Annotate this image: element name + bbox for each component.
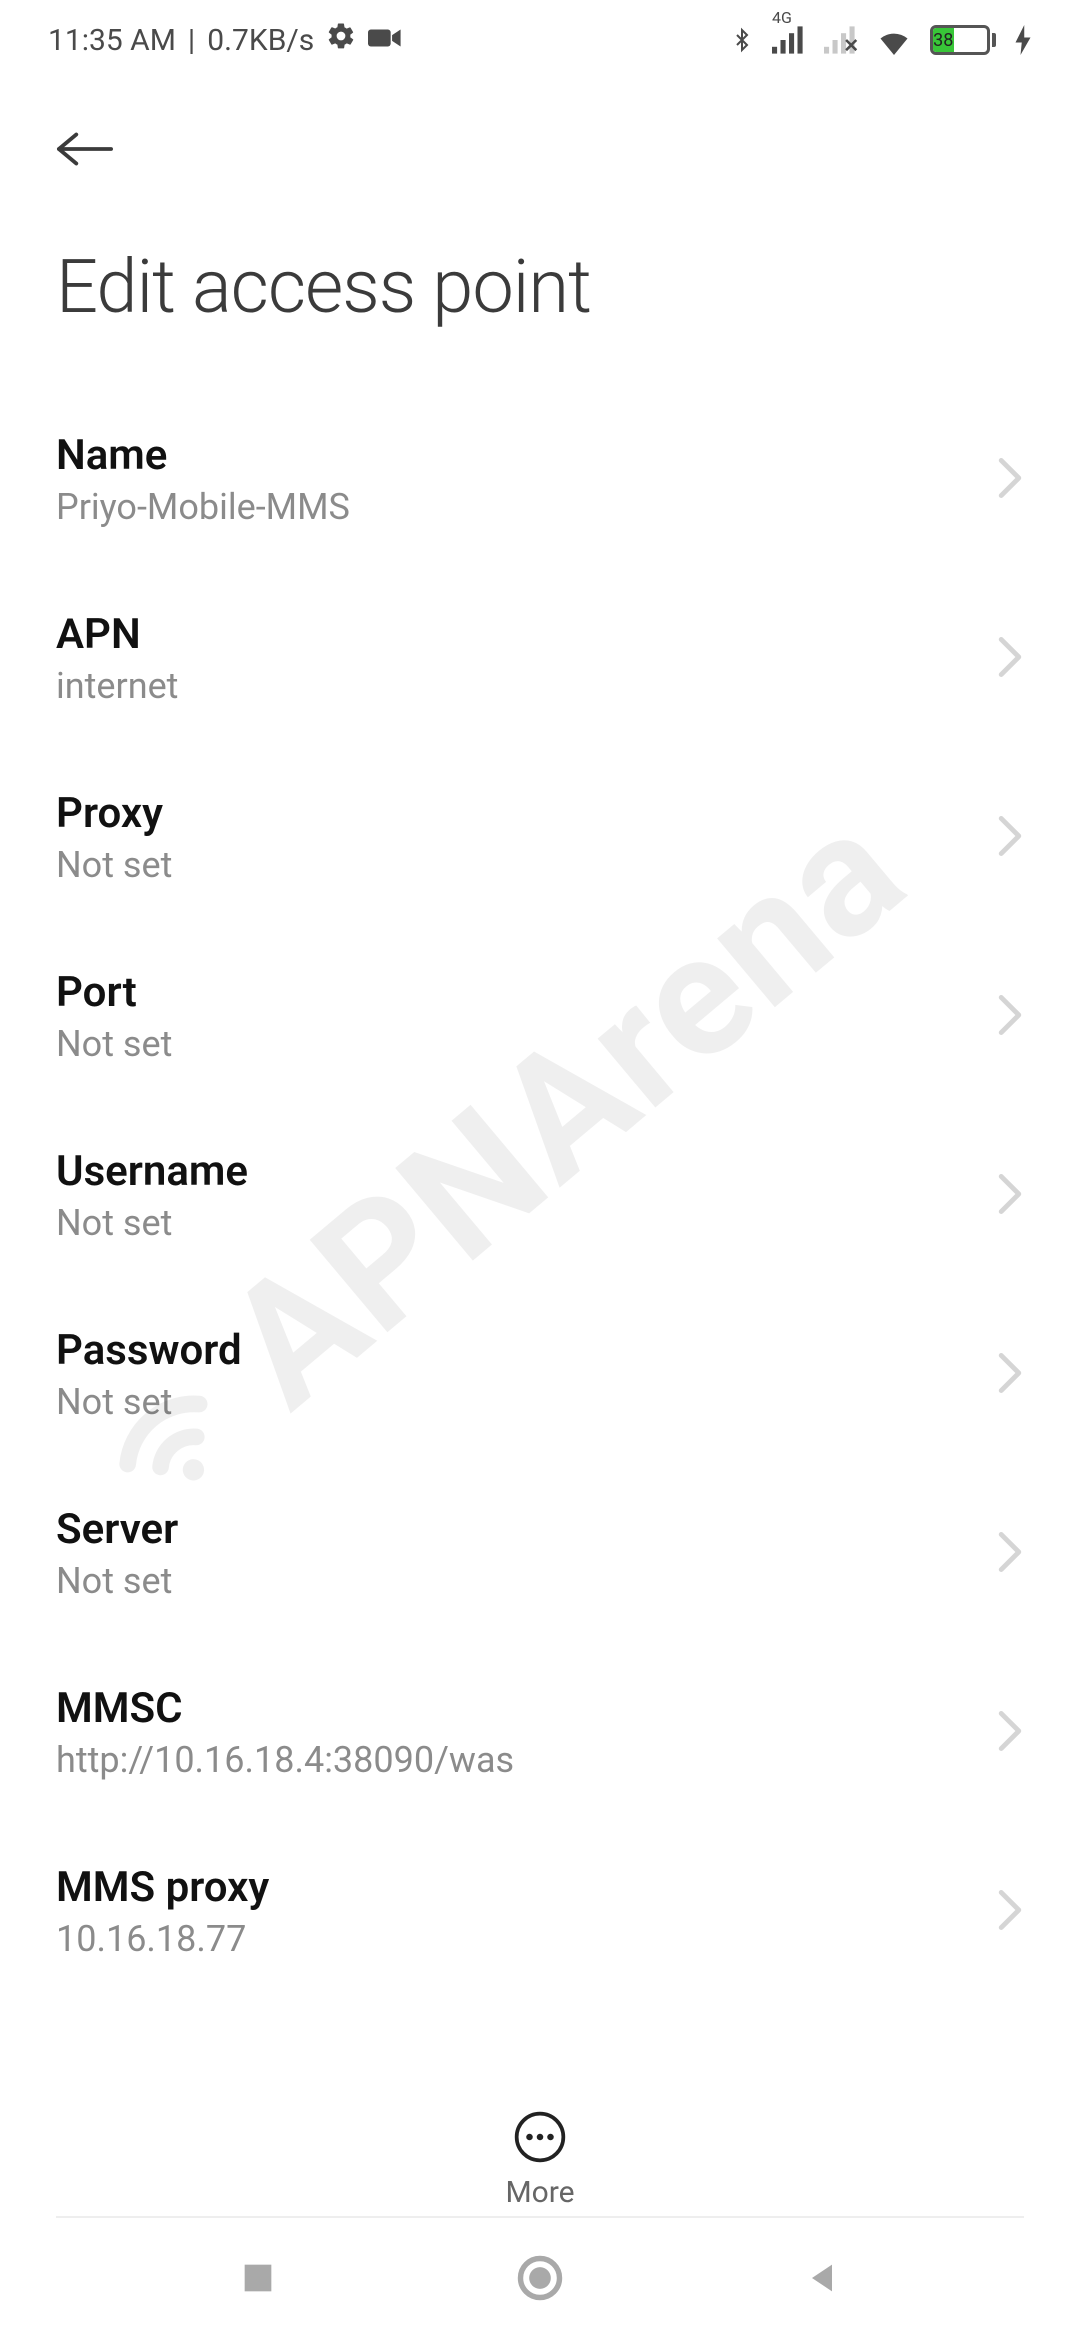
more-button[interactable]: More: [0, 2109, 1080, 2210]
chevron-right-icon: [996, 1709, 1024, 1757]
row-mmsc[interactable]: MMSC http://10.16.18.4:38090/was: [56, 1644, 1024, 1823]
bottom-divider: [56, 2216, 1024, 2218]
row-label: Port: [56, 968, 976, 1017]
row-label: Username: [56, 1147, 976, 1196]
row-port[interactable]: Port Not set: [56, 928, 1024, 1107]
nav-back-button[interactable]: [802, 2258, 842, 2302]
status-bar: 11:35 AM | 0.7KB/s 4G 38: [0, 0, 1080, 80]
row-value: http://10.16.18.4:38090/was: [56, 1739, 976, 1781]
chevron-right-icon: [996, 635, 1024, 683]
status-separator: |: [188, 23, 195, 58]
arrow-left-icon: [56, 129, 114, 169]
signal-4g-icon: 4G: [772, 26, 806, 54]
status-net-speed: 0.7KB/s: [207, 23, 314, 58]
chevron-right-icon: [996, 1351, 1024, 1399]
row-value: Not set: [56, 844, 976, 886]
signal-no-sim-icon: [824, 26, 858, 54]
row-value: Not set: [56, 1202, 976, 1244]
more-label: More: [505, 2175, 574, 2210]
row-name[interactable]: Name Priyo-Mobile-MMS: [56, 391, 1024, 570]
status-time: 11:35 AM: [48, 23, 176, 58]
chevron-right-icon: [996, 1172, 1024, 1220]
chevron-right-icon: [996, 456, 1024, 504]
row-server[interactable]: Server Not set: [56, 1465, 1024, 1644]
row-value: Not set: [56, 1381, 976, 1423]
row-label: MMS proxy: [56, 1863, 976, 1912]
row-label: APN: [56, 610, 976, 659]
network-label: 4G: [772, 8, 792, 27]
row-value: Priyo-Mobile-MMS: [56, 486, 976, 528]
wifi-status-icon: [876, 25, 912, 55]
row-label: MMSC: [56, 1684, 976, 1733]
charging-icon: [1014, 25, 1032, 55]
row-password[interactable]: Password Not set: [56, 1286, 1024, 1465]
row-label: Name: [56, 431, 976, 480]
battery-percent: 38: [933, 28, 954, 52]
chevron-right-icon: [996, 814, 1024, 862]
row-value: internet: [56, 665, 976, 707]
gear-icon: [326, 21, 356, 59]
camera-icon: [368, 23, 402, 58]
chevron-right-icon: [996, 993, 1024, 1041]
chevron-right-icon: [996, 1888, 1024, 1936]
settings-list: Name Priyo-Mobile-MMS APN internet Proxy…: [0, 331, 1080, 1970]
header: Edit access point: [0, 80, 1080, 331]
back-button[interactable]: [56, 114, 126, 184]
row-label: Server: [56, 1505, 976, 1554]
more-icon: [512, 2109, 568, 2165]
row-label: Proxy: [56, 789, 976, 838]
nav-home-button[interactable]: [514, 2252, 566, 2308]
nav-recent-button[interactable]: [238, 2258, 278, 2302]
row-value: Not set: [56, 1023, 976, 1065]
chevron-right-icon: [996, 1530, 1024, 1578]
row-label: Password: [56, 1326, 976, 1375]
row-value: Not set: [56, 1560, 976, 1602]
battery-icon: 38: [930, 25, 996, 55]
row-value: 10.16.18.77: [56, 1918, 976, 1960]
bluetooth-icon: [730, 23, 754, 57]
row-apn[interactable]: APN internet: [56, 570, 1024, 749]
row-proxy[interactable]: Proxy Not set: [56, 749, 1024, 928]
system-nav-bar: [0, 2220, 1080, 2340]
row-username[interactable]: Username Not set: [56, 1107, 1024, 1286]
row-mms-proxy[interactable]: MMS proxy 10.16.18.77: [56, 1823, 1024, 1970]
page-title: Edit access point: [56, 244, 1024, 331]
